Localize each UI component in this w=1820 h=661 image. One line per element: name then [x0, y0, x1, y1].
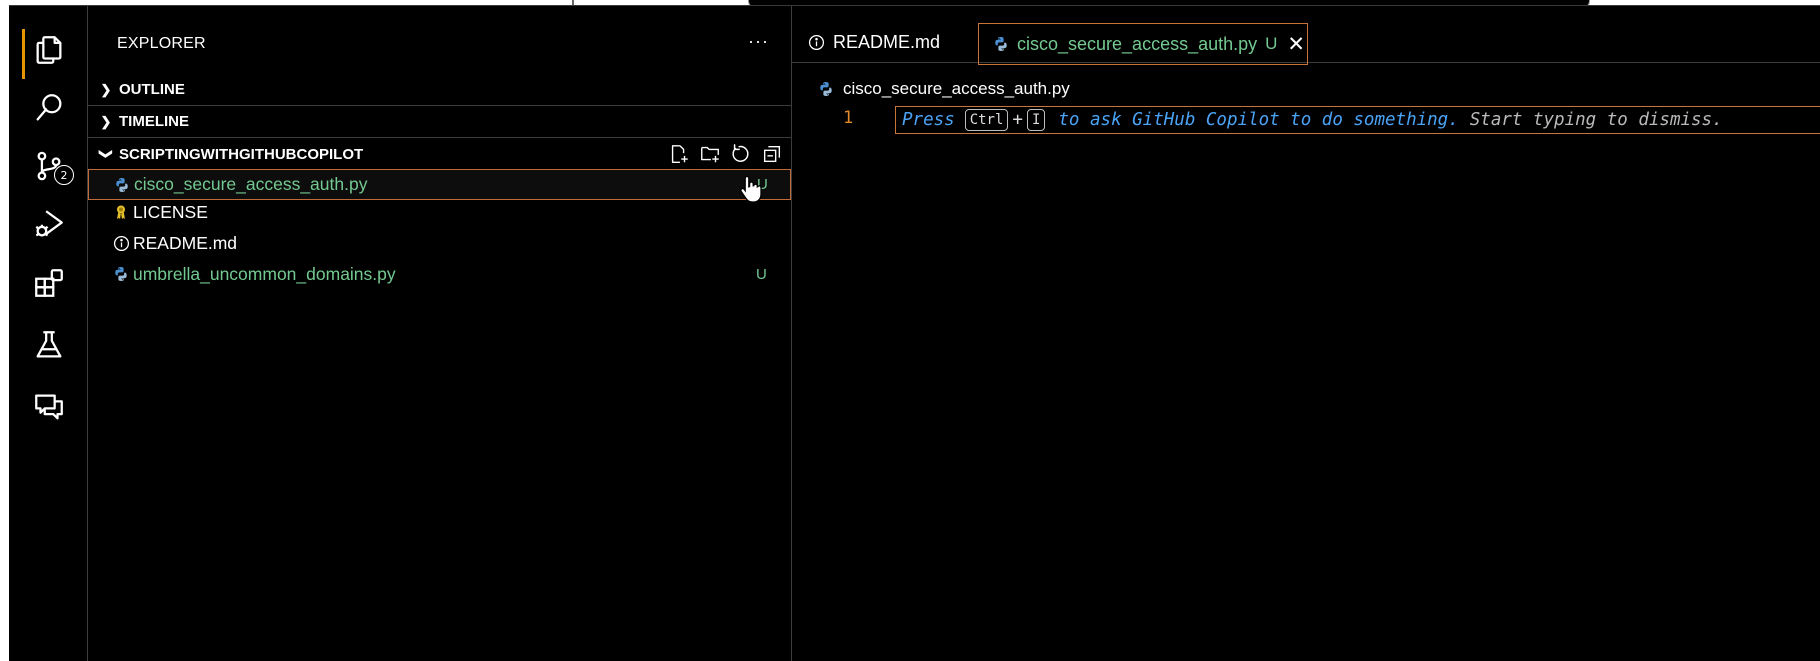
file-item-readme[interactable]: README.md [88, 228, 791, 259]
explorer-sidebar: EXPLORER ··· ❯ OUTLINE ❯ TIMELINE ❯ SCRI… [88, 6, 792, 661]
collapse-all-icon[interactable] [761, 143, 783, 165]
hint-dismiss: Start typing to dismiss. [1469, 110, 1723, 130]
breadcrumb[interactable]: cisco_secure_access_auth.py [818, 79, 1070, 99]
tab-cisco-secure-access-auth[interactable]: cisco_secure_access_auth.py U ✕ [978, 23, 1308, 65]
project-label: SCRIPTINGWITHGITHUBCOPILOT [119, 145, 364, 163]
kbd-ctrl: Ctrl [964, 109, 1009, 131]
hint-main: to ask GitHub Copilot to do something. [1058, 110, 1459, 130]
python-icon [818, 81, 834, 97]
breadcrumb-file: cisco_secure_access_auth.py [843, 79, 1070, 98]
untracked-badge: U [1265, 34, 1278, 53]
activity-bar: 2 [9, 6, 88, 661]
explorer-activity[interactable] [9, 21, 88, 79]
info-icon [808, 34, 825, 51]
new-file-icon[interactable] [668, 143, 690, 165]
file-name: LICENSE [133, 202, 208, 222]
source-control-activity[interactable]: 2 [9, 137, 88, 195]
tab-label: README.md [833, 31, 941, 52]
project-section-header[interactable]: ❯ SCRIPTINGWITHGITHUBCOPILOT [88, 138, 791, 170]
python-icon [993, 36, 1009, 52]
close-icon[interactable]: ✕ [1287, 32, 1305, 56]
chevron-right-icon: ❯ [100, 81, 112, 97]
file-item-umbrella-uncommon-domains[interactable]: umbrella_uncommon_domains.py U [88, 259, 791, 290]
outline-section-header[interactable]: ❯ OUTLINE [88, 74, 791, 106]
file-item-cisco-secure-access-auth[interactable]: cisco_secure_access_auth.py U [88, 169, 791, 203]
editor-tabs: README.md cisco_secure_access_auth.py U … [792, 6, 1820, 65]
search-activity[interactable] [9, 79, 88, 137]
file-name: cisco_secure_access_auth.py [134, 174, 368, 194]
search-icon [36, 94, 61, 121]
timeline-label: TIMELINE [119, 113, 189, 130]
untracked-badge: U [756, 266, 767, 283]
explorer-actions [668, 138, 783, 170]
new-folder-icon[interactable] [699, 143, 721, 165]
editor-area: README.md cisco_secure_access_auth.py U … [792, 6, 1820, 661]
tab-readme[interactable]: README.md [808, 22, 940, 62]
comment-discussion-icon [34, 394, 63, 420]
license-icon [112, 203, 130, 221]
chevron-right-icon: ❯ [100, 113, 112, 129]
files-icon [36, 36, 61, 64]
file-item-license[interactable]: LICENSE [88, 197, 791, 228]
timeline-section-header[interactable]: ❯ TIMELINE [88, 106, 791, 138]
chat-activity[interactable] [9, 378, 88, 436]
kbd-plus: + [1012, 110, 1023, 130]
hint-press: Press [902, 110, 955, 130]
python-icon [112, 265, 130, 283]
chevron-down-icon: ❯ [99, 148, 114, 160]
explorer-title: EXPLORER [117, 35, 206, 52]
extensions-icon [34, 269, 63, 297]
left-border [0, 0, 9, 661]
file-name: README.md [133, 233, 238, 253]
info-icon [112, 234, 130, 252]
testing-activity[interactable] [9, 316, 88, 374]
copilot-hint[interactable]: Press Ctrl + I to ask GitHub Copilot to do… [895, 106, 1820, 134]
refresh-icon[interactable] [730, 143, 752, 165]
source-control-badge: 2 [54, 165, 74, 185]
run-debug-icon [35, 210, 63, 237]
python-icon [113, 176, 131, 194]
run-debug-activity[interactable] [9, 195, 88, 253]
more-actions-button[interactable]: ··· [748, 31, 769, 52]
line-number: 1 [843, 108, 854, 128]
flask-icon [36, 331, 61, 358]
tab-label: cisco_secure_access_auth.py [1017, 33, 1258, 54]
outline-label: OUTLINE [119, 81, 185, 98]
kbd-i: I [1026, 109, 1046, 131]
extensions-activity[interactable] [9, 254, 88, 312]
file-name: umbrella_uncommon_domains.py [133, 264, 396, 284]
vscode-window: 2 EXPLORER ··· ❯ OUTLINE ❯ TIMELINE ❯ SC… [9, 5, 1820, 661]
editor-line-1[interactable]: 1 Press Ctrl + I to ask GitHub Copilot to … [792, 106, 1820, 134]
